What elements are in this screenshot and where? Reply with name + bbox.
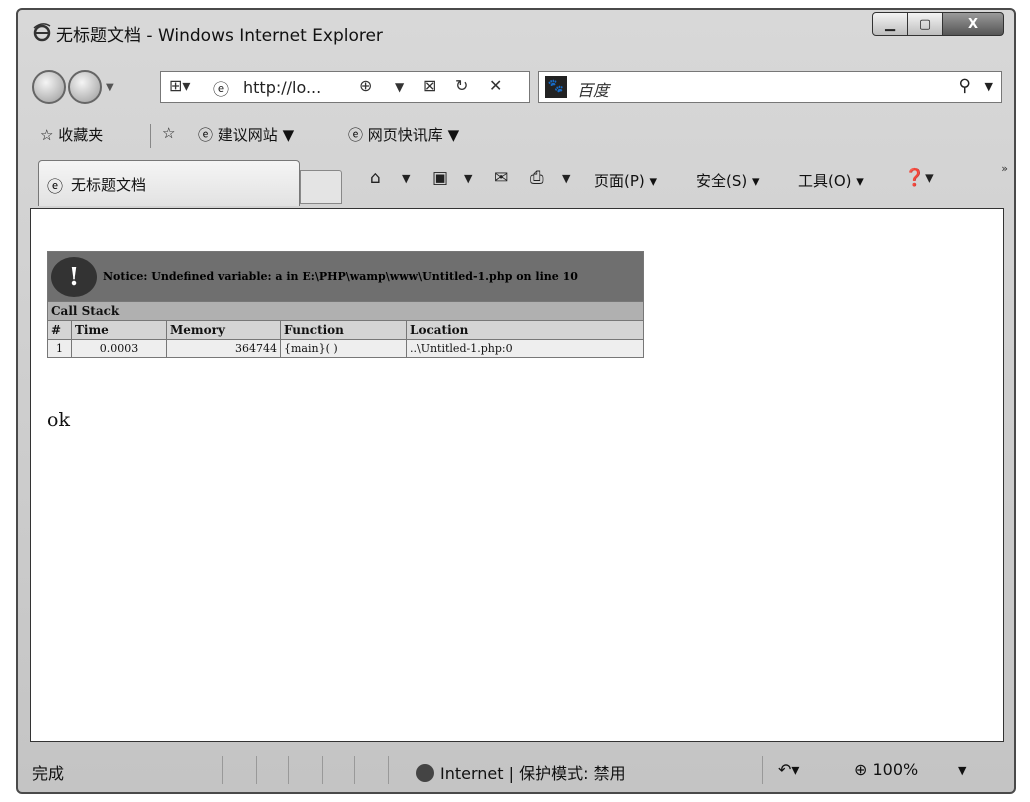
stack-num-cell: 1	[47, 339, 72, 358]
divider	[288, 756, 289, 784]
stack-function-cell: {main}( )	[280, 339, 407, 358]
divider	[322, 756, 323, 784]
minimize-button[interactable]: ▁	[872, 12, 908, 36]
web-slice-gallery-link[interactable]: ⓔ 网页快讯库 ▼	[348, 124, 459, 145]
stop-icon[interactable]: ✕	[489, 76, 502, 95]
ie-page-icon: ⓔ	[47, 177, 64, 196]
tab-active[interactable]: ⓔ 无标题文档	[38, 160, 300, 206]
xdebug-error-table: ! Notice: Undefined variable: a in E:\PHP…	[46, 251, 645, 358]
table-row: 1 0.0003 364744 {main}( ) ..\Untitled-1.…	[47, 339, 645, 358]
navigation-bar: ▼ ⊞▾ ⓔ http://lo... ⊕ ▼ ⊠ ↻ ✕ 🐾 百度 ⚲ ▼	[18, 66, 1014, 110]
stack-location-cell: ..\Untitled-1.php:0	[405, 339, 645, 358]
feeds-dropdown-icon[interactable]: ▼	[464, 172, 472, 185]
divider	[354, 756, 355, 784]
search-dropdown-icon[interactable]: ▼	[985, 80, 993, 93]
zoom-icon: ⊕	[854, 760, 868, 779]
divider	[256, 756, 257, 784]
add-page-icon[interactable]: ⊞▾	[169, 76, 190, 95]
window-title: 无标题文档 - Windows Internet Explorer	[56, 26, 383, 46]
favorites-label: 收藏夹	[58, 126, 104, 144]
feeds-icon[interactable]: ▣	[432, 168, 448, 188]
stack-memory-cell: 364744	[166, 339, 281, 358]
column-header: Time	[71, 320, 167, 340]
add-favorite-icon[interactable]: ☆	[162, 124, 175, 142]
new-tab-button[interactable]	[300, 170, 342, 204]
print-dropdown-icon[interactable]: ▼	[562, 172, 570, 185]
call-stack-header-row: Call Stack	[46, 301, 645, 321]
rss-icon[interactable]: ⊠	[423, 76, 436, 95]
mail-icon[interactable]: ✉	[494, 168, 508, 188]
column-header-row: # Time Memory Function Location	[47, 320, 645, 340]
maximize-button[interactable]: ▢	[908, 12, 942, 36]
minimize-icon: ▁	[885, 16, 895, 32]
back-button[interactable]	[32, 70, 66, 104]
address-bar[interactable]: ⊞▾ ⓔ http://lo... ⊕ ▼ ⊠ ↻ ✕	[160, 71, 530, 103]
tab-label: 无标题文档	[71, 176, 147, 194]
baidu-logo-icon: 🐾	[545, 76, 567, 98]
address-dropdown-icon[interactable]: ▼	[395, 80, 404, 94]
tab-command-bar: ⓔ 无标题文档 ⌂ ▼ ▣ ▼ ✉ ⎙ ▼ 页面(P) ▾ 安全(S) ▾ 工具…	[18, 158, 1014, 206]
warning-icon: !	[51, 256, 97, 297]
suggested-sites-link[interactable]: ⓔ 建议网站 ▼	[198, 124, 294, 145]
error-notice: Notice: Undefined variable: a in E:\PHP\…	[103, 269, 578, 283]
column-header: Memory	[166, 320, 281, 340]
security-zone[interactable]: Internet | 保护模式: 禁用	[416, 760, 626, 784]
status-bar: 完成 Internet | 保护模式: 禁用 ↶▾ ⊕ 100% ▼	[18, 748, 1014, 792]
search-icon[interactable]: ⚲	[959, 76, 971, 96]
globe-icon	[416, 764, 434, 782]
browser-window: 无标题文档 - Windows Internet Explorer ▁ ▢ X …	[16, 8, 1016, 794]
security-zone-label: Internet | 保护模式: 禁用	[440, 764, 626, 783]
chevron-more-icon[interactable]: »	[1001, 162, 1008, 175]
search-bar[interactable]: 🐾 百度 ⚲ ▼	[538, 71, 1002, 103]
forward-button[interactable]	[68, 70, 102, 104]
divider	[762, 756, 763, 784]
divider	[222, 756, 223, 784]
privacy-icon[interactable]: ↶▾	[778, 760, 799, 779]
zoom-level: 100%	[872, 760, 919, 779]
ie-logo-icon	[33, 23, 51, 42]
page-output-text: ok	[47, 409, 70, 431]
compatibility-icon[interactable]: ⊕	[359, 76, 372, 95]
maximize-icon: ▢	[918, 16, 932, 32]
page-content: ! Notice: Undefined variable: a in E:\PHP…	[30, 208, 1004, 742]
window-controls: ▁ ▢ X	[872, 12, 1004, 38]
web-slice-gallery-label: 网页快讯库 ▼	[367, 126, 460, 144]
close-button[interactable]: X	[942, 12, 1004, 36]
tools-menu[interactable]: 工具(O) ▾	[798, 170, 864, 191]
recent-pages-dropdown-icon[interactable]: ▼	[106, 82, 114, 93]
divider	[388, 756, 389, 784]
close-icon: X	[967, 16, 979, 32]
suggested-sites-label: 建议网站 ▼	[217, 126, 295, 144]
zoom-control[interactable]: ⊕ 100%	[854, 760, 918, 779]
column-header: Function	[280, 320, 407, 340]
call-stack-label: Call Stack	[46, 301, 645, 321]
home-icon[interactable]: ⌂	[370, 168, 381, 188]
search-input[interactable]: 百度	[577, 77, 609, 101]
address-input[interactable]: http://lo...	[243, 78, 321, 97]
divider	[150, 124, 151, 148]
page-ie-icon: ⓔ	[213, 80, 230, 99]
safety-menu[interactable]: 安全(S) ▾	[696, 170, 760, 191]
refresh-icon[interactable]: ↻	[455, 76, 468, 95]
column-header: #	[47, 320, 72, 340]
favorites-button[interactable]: ☆ 收藏夹	[40, 124, 103, 145]
page-menu[interactable]: 页面(P) ▾	[594, 170, 657, 191]
stack-time-cell: 0.0003	[71, 339, 167, 358]
ie-page-icon: ⓔ	[348, 126, 364, 144]
star-icon: ☆	[40, 126, 54, 144]
zoom-dropdown-icon[interactable]: ▼	[958, 764, 966, 777]
column-header: Location	[405, 320, 645, 340]
home-dropdown-icon[interactable]: ▼	[402, 172, 410, 185]
ie-page-icon: ⓔ	[198, 126, 214, 144]
print-icon[interactable]: ⎙	[530, 168, 544, 188]
favorites-bar: ☆ 收藏夹 ☆ ⓔ 建议网站 ▼ ⓔ 网页快讯库 ▼	[18, 118, 1014, 152]
title-bar: 无标题文档 - Windows Internet Explorer ▁ ▢ X	[18, 10, 1014, 54]
error-header-row: ! Notice: Undefined variable: a in E:\PHP…	[46, 251, 645, 302]
status-text: 完成	[32, 764, 65, 783]
help-icon[interactable]: ❓▾	[904, 168, 934, 188]
